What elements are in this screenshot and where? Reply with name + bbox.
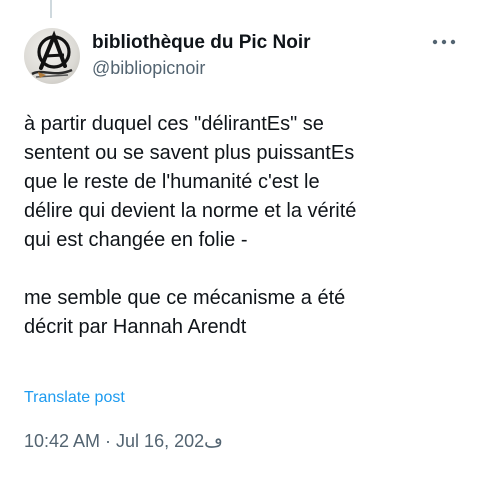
post-timestamp[interactable]: 10:42 AM · Jul 16, 202ڡ xyxy=(24,429,223,453)
author-handle[interactable]: @bibliopicnoir xyxy=(92,56,311,80)
avatar[interactable] xyxy=(24,28,80,84)
post-header: bibliothèque du Pic Noir @bibliopicnoir xyxy=(24,28,464,84)
anarchy-logo-icon xyxy=(31,30,73,78)
author-names: bibliothèque du Pic Noir @bibliopicnoir xyxy=(92,30,311,80)
post-text: à partir duquel ces "délirantEs" se sent… xyxy=(24,113,357,338)
more-horizontal-icon[interactable] xyxy=(430,34,458,50)
author-display-name[interactable]: bibliothèque du Pic Noir xyxy=(92,30,311,56)
thread-connector-line xyxy=(50,0,52,18)
translate-post-link[interactable]: Translate post xyxy=(24,387,125,409)
